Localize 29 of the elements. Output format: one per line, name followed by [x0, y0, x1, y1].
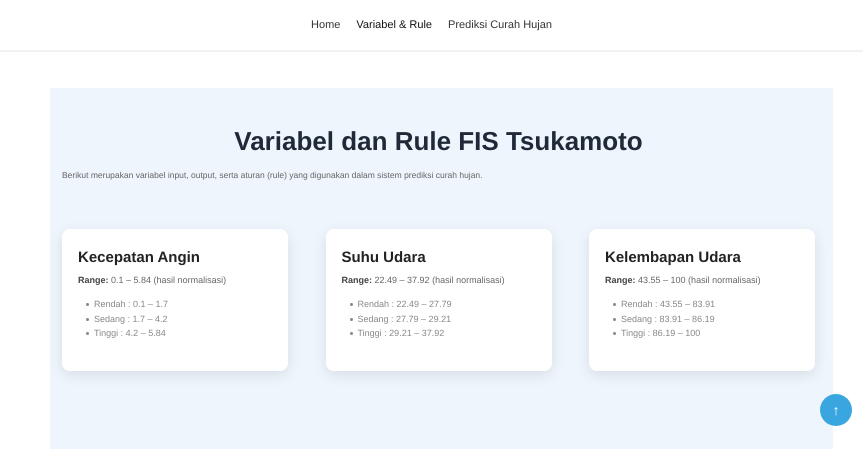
bullet-icon	[613, 332, 616, 336]
intro-text: Berikut merupakan variabel input, output, serta aturan (rule) yang digunakan dalam sistem prediksi curah hujan.	[62, 169, 484, 182]
card-title: Suhu Udara	[342, 248, 427, 267]
range-item: Rendah : 22.49 – 27.79	[358, 299, 452, 310]
range-text: Range: 43.55 – 100 (hasil normalisasi)	[605, 274, 762, 287]
card-title: Kecepatan Angin	[78, 248, 201, 267]
card-title: Kelembapan Udara	[605, 248, 742, 267]
range-text: Range: 0.1 – 5.84 (hasil normalisasi)	[78, 274, 228, 287]
nav-link[interactable]: Prediksi Curah Hujan	[442, 12, 558, 38]
range-item: Tinggi : 86.19 – 100	[621, 328, 700, 338]
range-item: Sedang : 27.79 – 29.21	[358, 314, 452, 324]
bullet-icon	[86, 303, 89, 306]
bullet-icon	[613, 318, 616, 321]
range-item: Sedang : 1.7 – 4.2	[94, 314, 168, 324]
bullet-icon	[86, 332, 89, 336]
range-item: Tinggi : 29.21 – 37.92	[358, 328, 444, 338]
bullet-icon	[350, 303, 352, 306]
range-item: Sedang : 83.91 – 86.19	[621, 314, 715, 324]
bullet-icon	[86, 318, 89, 321]
range-item: Tinggi : 4.2 – 5.84	[94, 328, 166, 338]
bullet-icon	[350, 318, 352, 321]
range-item: Rendah : 43.55 – 83.91	[621, 299, 716, 310]
nav-link[interactable]: Home	[305, 12, 346, 38]
bullet-icon	[350, 332, 352, 336]
range-item: Rendah : 0.1 – 1.7	[94, 299, 168, 310]
nav-link[interactable]: Variabel & Rule	[350, 12, 438, 38]
page-title: Variabel dan Rule FIS Tsukamoto	[233, 126, 644, 158]
range-text: Range: 22.49 – 37.92 (hasil normalisasi)	[342, 274, 506, 287]
bullet-icon	[613, 303, 616, 306]
